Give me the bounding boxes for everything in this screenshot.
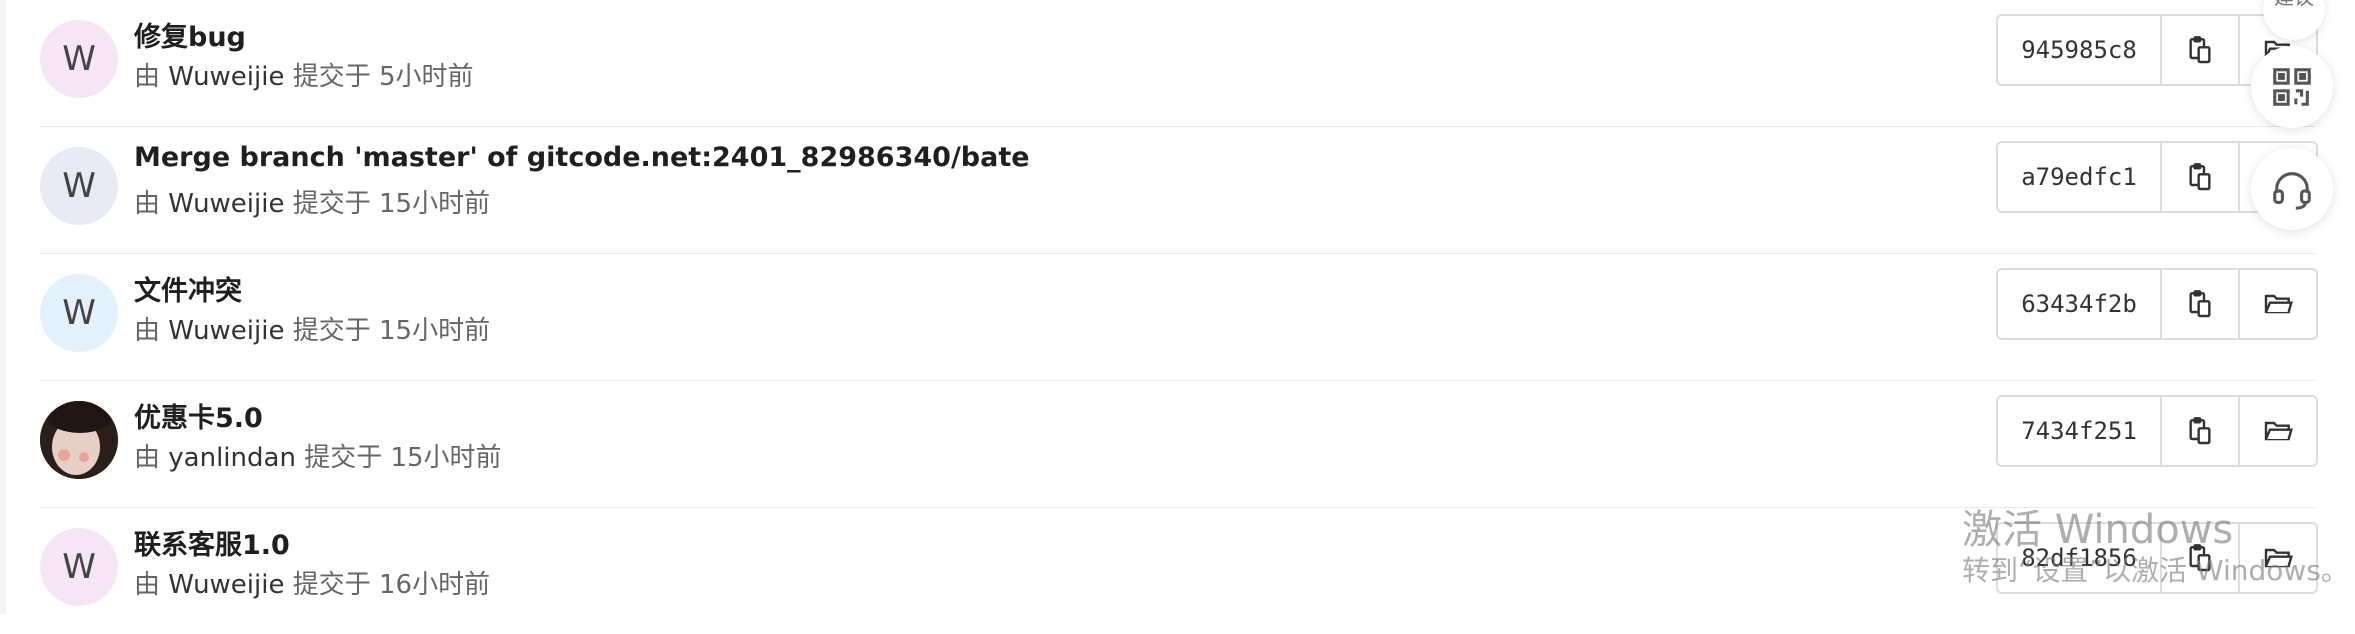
avatar[interactable]: W [40,20,118,98]
avatar-letter: W [62,547,96,587]
commit-row: W 联系客服1.0 由 Wuweijie 提交于 16小时前 82df1856 [40,507,2318,634]
submitted-label: 提交于 [304,443,383,473]
headset-icon [2273,172,2311,210]
commit-author[interactable]: Wuweijie [168,570,284,600]
commit-sha[interactable]: 63434f2b [1998,270,2162,338]
commit-row: W 修复bug 由 Wuweijie 提交于 5小时前 945985c8 [40,0,2318,126]
qr-code-button[interactable] [2251,46,2333,128]
avatar-photo [40,401,118,479]
by-prefix: 由 [134,189,161,219]
commit-message[interactable]: 优惠卡5.0 [134,396,263,435]
qr-code-icon [2273,68,2311,106]
avatar-letter: W [62,39,96,79]
copy-sha-button[interactable] [2162,270,2238,338]
by-prefix: 由 [134,316,161,346]
commit-time: 16小时前 [379,570,491,600]
commit-sha[interactable]: a79edfc1 [1998,143,2162,211]
by-prefix: 由 [134,570,161,600]
clipboard-icon [2189,36,2211,64]
copy-sha-button[interactable] [2162,397,2238,465]
commit-author[interactable]: Wuweijie [168,62,284,92]
commit-meta: 由 yanlindan 提交于 15小时前 [134,437,502,474]
submitted-label: 提交于 [292,570,371,600]
commit-row: W 文件冲突 由 Wuweijie 提交于 15小时前 63434f2b [40,253,2318,380]
commit-time: 5小时前 [379,62,474,92]
left-border [0,0,6,614]
copy-sha-button[interactable] [2162,16,2238,84]
avatar[interactable]: W [40,147,118,225]
commit-meta: 由 Wuweijie 提交于 15小时前 [134,310,490,347]
avatar[interactable] [40,401,118,479]
browse-files-button[interactable] [2238,524,2316,592]
submitted-label: 提交于 [292,62,371,92]
avatar-letter: W [62,166,96,206]
commit-message[interactable]: 文件冲突 [134,269,242,308]
commit-author[interactable]: Wuweijie [168,316,284,346]
clipboard-icon [2189,417,2211,445]
commit-sha[interactable]: 7434f251 [1998,397,2162,465]
copy-sha-button[interactable] [2162,143,2238,211]
browse-files-button[interactable] [2238,270,2316,338]
commit-row: W Merge branch 'master' of gitcode.net:2… [40,126,2318,253]
submitted-label: 提交于 [292,189,371,219]
browse-files-button[interactable] [2238,397,2316,465]
avatar-letter: W [62,293,96,333]
by-prefix: 由 [134,443,161,473]
sha-button-group: 82df1856 [1996,522,2318,594]
commit-sha[interactable]: 945985c8 [1998,16,2162,84]
clipboard-icon [2189,290,2211,318]
commit-row: 优惠卡5.0 由 yanlindan 提交于 15小时前 7434f251 [40,380,2318,507]
folder-open-icon [2264,421,2293,441]
clipboard-icon [2189,163,2211,191]
commit-meta: 由 Wuweijie 提交于 16小时前 [134,564,490,601]
commit-time: 15小时前 [390,443,502,473]
suggest-label: 建议 [2274,0,2314,40]
sha-button-group: 63434f2b [1996,268,2318,340]
sha-button-group: 7434f251 [1996,395,2318,467]
commit-author[interactable]: Wuweijie [168,189,284,219]
commit-time: 15小时前 [379,316,491,346]
commit-meta: 由 Wuweijie 提交于 15小时前 [134,183,490,220]
commit-message[interactable]: Merge branch 'master' of gitcode.net:240… [134,142,1030,173]
avatar[interactable]: W [40,274,118,352]
copy-sha-button[interactable] [2162,524,2238,592]
commit-meta: 由 Wuweijie 提交于 5小时前 [134,56,474,93]
commit-sha[interactable]: 82df1856 [1998,524,2162,592]
customer-service-button[interactable] [2251,148,2333,230]
folder-open-icon [2264,548,2293,568]
commit-message[interactable]: 联系客服1.0 [134,523,290,562]
avatar[interactable]: W [40,528,118,606]
commit-author[interactable]: yanlindan [168,443,296,473]
commit-list: W 修复bug 由 Wuweijie 提交于 5小时前 945985c8 W M… [40,0,2318,634]
by-prefix: 由 [134,62,161,92]
commit-time: 15小时前 [379,189,491,219]
commit-message[interactable]: 修复bug [134,15,246,54]
folder-open-icon [2264,294,2293,314]
submitted-label: 提交于 [292,316,371,346]
clipboard-icon [2189,544,2211,572]
